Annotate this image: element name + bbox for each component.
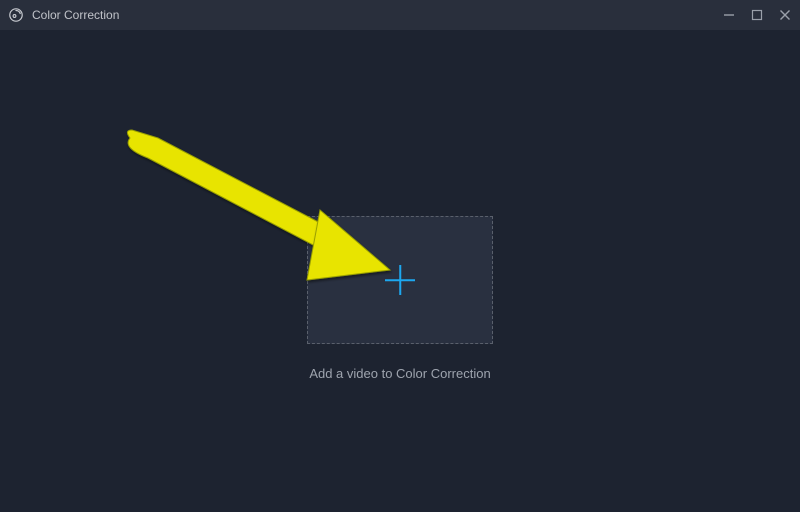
dropzone-hint: Add a video to Color Correction — [0, 366, 800, 381]
minimize-button[interactable] — [722, 8, 736, 22]
close-button[interactable] — [778, 8, 792, 22]
minimize-icon — [723, 9, 735, 21]
add-video-dropzone[interactable] — [307, 216, 493, 344]
content-area: Add a video to Color Correction — [0, 30, 800, 512]
title-bar: Color Correction — [0, 0, 800, 30]
maximize-icon — [751, 9, 763, 21]
app-window: Color Correction — [0, 0, 800, 512]
window-controls — [722, 8, 792, 22]
maximize-button[interactable] — [750, 8, 764, 22]
app-icon — [8, 7, 24, 23]
window-title: Color Correction — [32, 8, 119, 22]
plus-icon — [385, 265, 415, 295]
close-icon — [779, 9, 791, 21]
